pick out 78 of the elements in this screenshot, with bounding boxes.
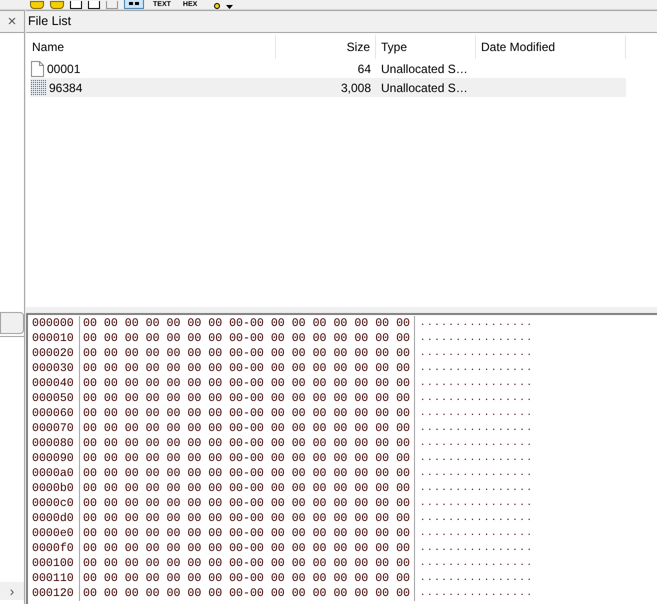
hex-bytes: 00 00 00 00 00 00 00 00-00 00 00 00 00 00 00 00: [80, 361, 415, 376]
file-icon: [31, 60, 44, 76]
hex-offset: 000040: [32, 376, 80, 391]
hex-offset: 000000: [32, 316, 80, 331]
hex-bytes: 00 00 00 00 00 00 00 00-00 00 00 00 00 00 00 00: [80, 481, 415, 496]
ascii-text: ................: [419, 347, 534, 360]
hex-offset: 000070: [32, 421, 80, 436]
hex-bytes: 00 00 00 00 00 00 00 00-00 00 00 00 00 00 00 00: [80, 331, 415, 346]
hex-bytes: 00 00 00 00 00 00 00 00-00 00 00 00 00 00 00 00: [80, 556, 415, 571]
hex-offset: 000100: [32, 556, 80, 571]
hex-offset: 000050: [32, 391, 80, 406]
file-size: 64: [356, 60, 372, 78]
hex-bytes: 00 00 00 00 00 00 00 00-00 00 00 00 00 00 00 00: [80, 466, 415, 481]
file-type: Unallocated S…: [380, 80, 469, 96]
hex-bytes: 00 00 00 00 00 00 00 00-00 00 00 00 00 00 00 00: [80, 496, 415, 511]
hex-offset: 0000b0: [32, 481, 80, 496]
ascii-text: ................: [419, 497, 534, 510]
hex-offset: 000020: [32, 346, 80, 361]
column-header[interactable]: Size: [276, 35, 376, 59]
hex-bytes: 00 00 00 00 00 00 00 00-00 00 00 00 00 00 00 00: [80, 511, 415, 526]
file-name: 96384: [49, 80, 82, 96]
ascii-text: ................: [419, 422, 534, 435]
column-header[interactable]: Type: [376, 35, 476, 59]
hex-bytes: 00 00 00 00 00 00 00 00-00 00 00 00 00 00 00 00: [80, 436, 415, 451]
ascii-text: ................: [419, 527, 534, 540]
key-icon[interactable]: [214, 3, 220, 9]
file-name: 00001: [47, 60, 80, 78]
ascii-text: ................: [419, 557, 534, 570]
hex-bytes: 00 00 00 00 00 00 00 00-00 00 00 00 00 00 00 00: [80, 406, 415, 421]
ascii-text: ................: [419, 512, 534, 525]
view-mode-button[interactable]: [124, 0, 144, 9]
ascii-text: ................: [419, 452, 534, 465]
hex-offset: 000030: [32, 361, 80, 376]
panel-title: File List: [28, 13, 72, 30]
hex-bytes: 00 00 00 00 00 00 00 00-00 00 00 00 00 00 00 00: [80, 346, 415, 361]
hex-bytes: 00 00 00 00 00 00 00 00-00 00 00 00 00 00 00 00: [80, 421, 415, 436]
hex-bytes: 00 00 00 00 00 00 00 00-00 00 00 00 00 00 00 00: [80, 541, 415, 556]
file-type: Unallocated S…: [380, 60, 469, 78]
dotted-file-icon: [31, 80, 46, 96]
hex-bytes: 00 00 00 00 00 00 00 00-00 00 00 00 00 00 00 00: [80, 571, 415, 586]
ascii-text: ................: [419, 437, 534, 450]
hex-offset: 000120: [32, 586, 80, 601]
ascii-text: ................: [419, 392, 534, 405]
hex-bytes: 00 00 00 00 00 00 00 00-00 00 00 00 00 00 00 00: [80, 526, 415, 541]
ascii-text: ................: [419, 482, 534, 495]
hex-offset: 000060: [32, 406, 80, 421]
hex-bytes: 00 00 00 00 00 00 00 00-00 00 00 00 00 00 00 00: [80, 376, 415, 391]
ascii-text: ................: [419, 407, 534, 420]
hex-offset: 000080: [32, 436, 80, 451]
file-size: 3,008: [340, 80, 372, 96]
hex-bytes: 00 00 00 00 00 00 00 00-00 00 00 00 00 00 00 00: [80, 451, 415, 466]
hex-bytes: 00 00 00 00 00 00 00 00-00 00 00 00 00 00 00 00: [80, 586, 415, 601]
scroll-right-button[interactable]: ›: [0, 582, 24, 600]
hex-offset: 000010: [32, 331, 80, 346]
hex-offset: 0000e0: [32, 526, 80, 541]
hex-bytes: 00 00 00 00 00 00 00 00-00 00 00 00 00 00 00 00: [80, 391, 415, 406]
ascii-text: ................: [419, 332, 534, 345]
hex-offset: 0000f0: [32, 541, 80, 556]
page-icon[interactable]: [70, 1, 82, 9]
ascii-text: ................: [419, 317, 534, 330]
ascii-text: ................: [419, 572, 534, 585]
ascii-text: ................: [419, 362, 534, 375]
hex-offset: 0000d0: [32, 511, 80, 526]
ascii-text: ................: [419, 587, 534, 600]
ascii-text: ................: [419, 377, 534, 390]
hex-offset: 000090: [32, 451, 80, 466]
ascii-text: ................: [419, 467, 534, 480]
file-row[interactable]: 00001 64 Unallocated S…: [30, 59, 626, 78]
hex-offset: 0000a0: [32, 466, 80, 481]
hex-bytes: 00 00 00 00 00 00 00 00-00 00 00 00 00 00 00 00: [80, 316, 415, 331]
hex-offset: 000110: [32, 571, 80, 586]
ascii-text: ................: [419, 542, 534, 555]
hex-offset: 0000c0: [32, 496, 80, 511]
column-header[interactable]: Date Modified: [476, 35, 626, 59]
column-header[interactable]: Name: [30, 35, 276, 59]
page-icon[interactable]: [88, 1, 100, 9]
file-row[interactable]: 96384 3,008 Unallocated S…: [30, 78, 626, 97]
blocks-icon: [127, 2, 141, 8]
